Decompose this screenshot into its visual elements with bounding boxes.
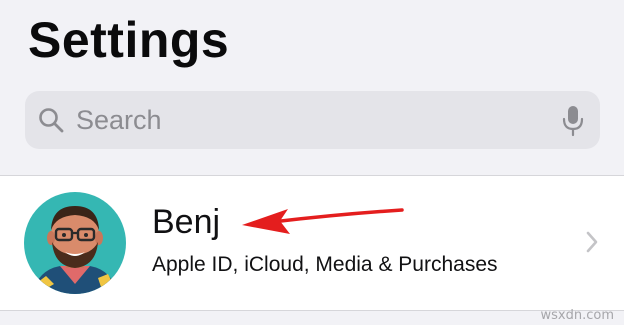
search-bar[interactable]: Search bbox=[25, 91, 600, 149]
page-title: Settings bbox=[28, 12, 230, 68]
microphone-icon[interactable] bbox=[562, 105, 584, 137]
annotation-arrow bbox=[242, 208, 404, 234]
watermark: wsxdn.com bbox=[540, 308, 615, 323]
profile-subtitle: Apple ID, iCloud, Media & Purchases bbox=[152, 253, 498, 276]
chevron-right-icon bbox=[586, 231, 598, 253]
avatar bbox=[24, 192, 126, 294]
profile-name: Benj bbox=[152, 203, 221, 241]
search-input-placeholder[interactable]: Search bbox=[76, 104, 162, 136]
search-icon bbox=[39, 108, 64, 133]
section-divider-bottom bbox=[0, 310, 624, 311]
apple-id-profile-row[interactable]: Benj Apple ID, iCloud, Media & Purchases bbox=[0, 176, 624, 310]
